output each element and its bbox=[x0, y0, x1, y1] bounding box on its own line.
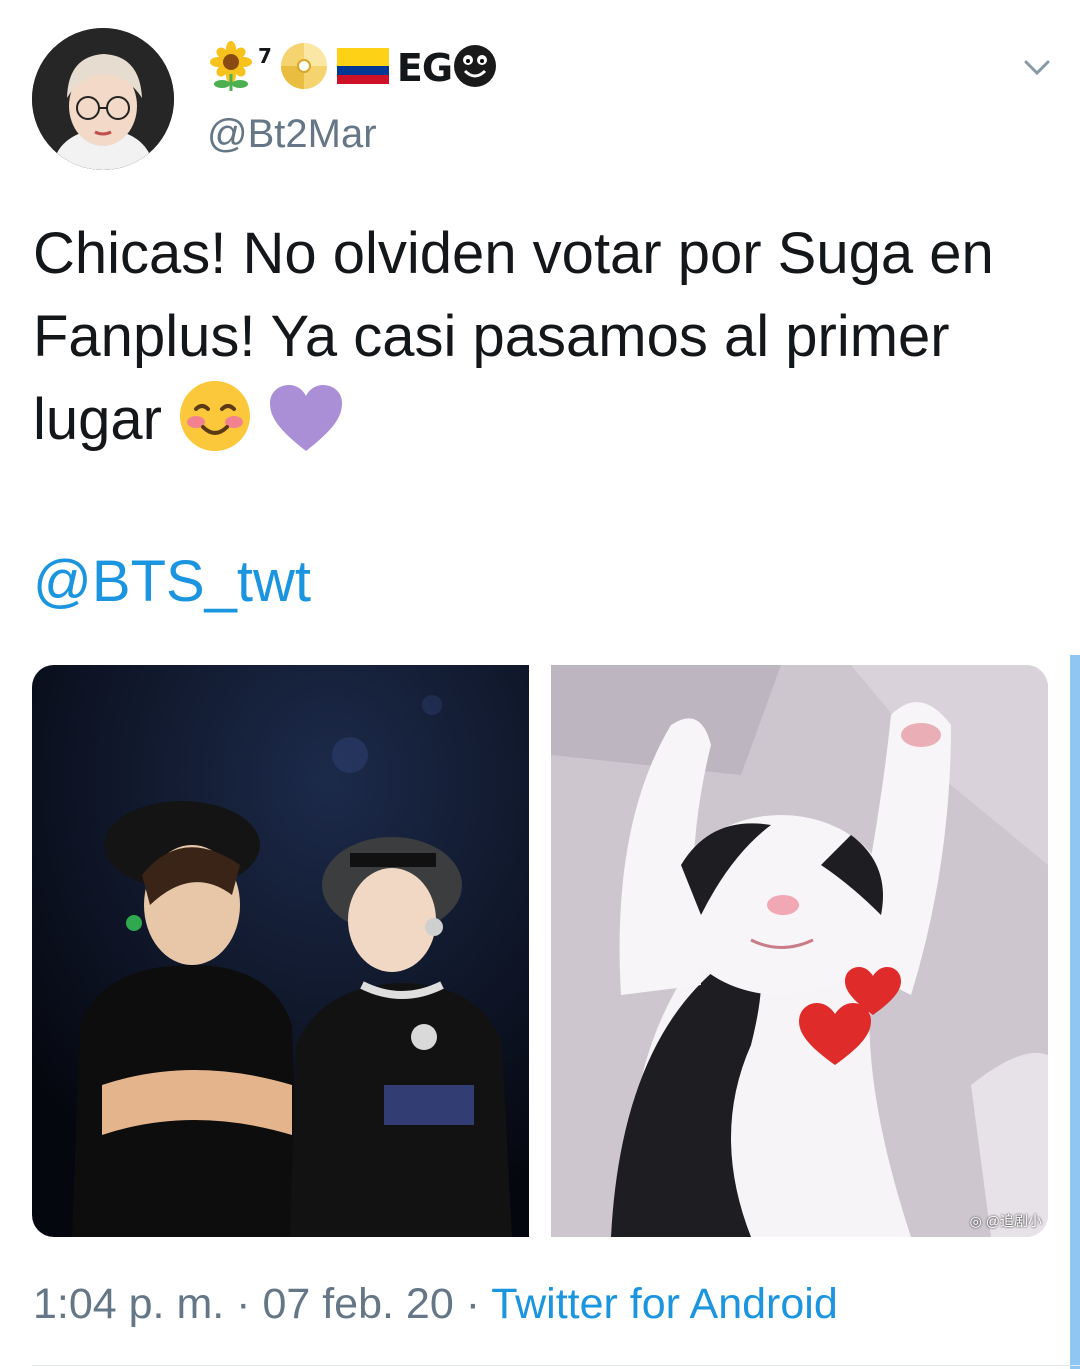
superscript-seven: 7 bbox=[258, 44, 272, 68]
smiling-face-with-blush-icon bbox=[178, 379, 252, 475]
avatar[interactable] bbox=[32, 28, 174, 170]
tweet-source-link[interactable]: Twitter for Android bbox=[491, 1280, 838, 1328]
sunflower-icon bbox=[208, 40, 254, 96]
display-name-row[interactable]: 7 EG bbox=[208, 40, 498, 96]
watermark-text: @追剧小 bbox=[985, 1213, 1042, 1229]
smiling-face-icon bbox=[452, 43, 498, 94]
avatar-image bbox=[32, 28, 174, 170]
colombia-flag-icon bbox=[336, 47, 389, 89]
tweet-date: 07 feb. 20 bbox=[262, 1280, 454, 1328]
divider bbox=[32, 1365, 1080, 1366]
cd-icon bbox=[279, 41, 329, 96]
user-handle[interactable]: @Bt2Mar bbox=[207, 112, 377, 157]
tweet-meta: 1:04 p. m. · 07 feb. 20 · Twitter for An… bbox=[33, 1280, 838, 1329]
tweet-time: 1:04 p. m. bbox=[33, 1280, 225, 1328]
scrollbar[interactable] bbox=[1070, 655, 1080, 1369]
purple-heart-icon bbox=[268, 383, 344, 475]
performers-photo bbox=[32, 665, 529, 1237]
media-photo-left[interactable] bbox=[32, 665, 529, 1237]
display-name: EG bbox=[396, 46, 453, 90]
weibo-watermark: ◎ @追剧小 bbox=[970, 1211, 1042, 1231]
cat-photo bbox=[551, 665, 1048, 1237]
mention-link[interactable]: @BTS_twt bbox=[33, 548, 311, 615]
meta-separator: · bbox=[465, 1280, 481, 1328]
chevron-down-icon[interactable] bbox=[1024, 56, 1050, 78]
weibo-icon: ◎ bbox=[969, 1213, 982, 1229]
media-photo-right[interactable]: ◎ @追剧小 bbox=[551, 665, 1048, 1237]
tweet-text: Chicas! No olviden votar por Suga en Fan… bbox=[33, 212, 1043, 475]
tweet-body: Chicas! No olviden votar por Suga en Fan… bbox=[33, 221, 994, 452]
meta-separator: · bbox=[236, 1280, 251, 1328]
